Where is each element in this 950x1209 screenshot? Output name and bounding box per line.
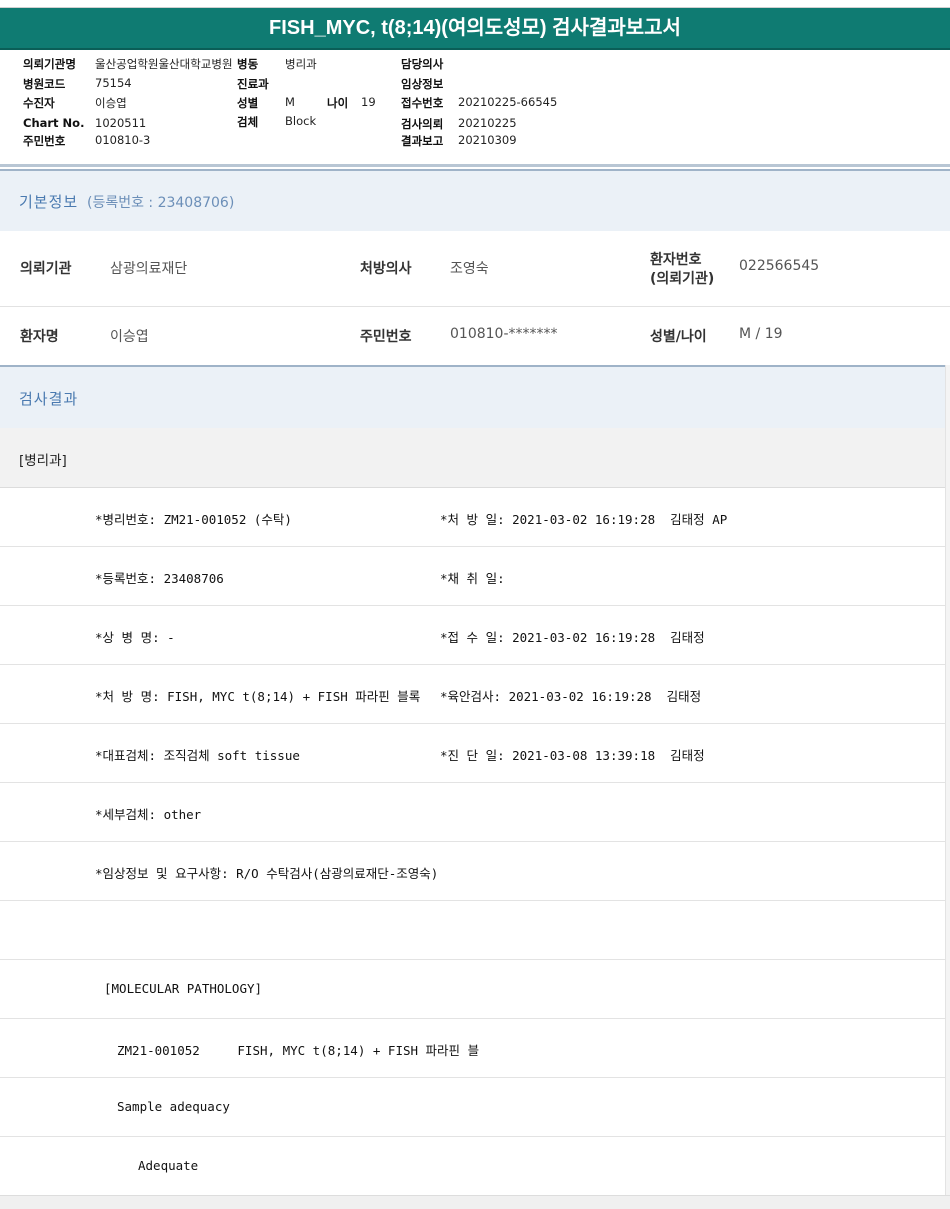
result-line: [MOLECULAR PATHOLOGY]	[0, 960, 946, 1019]
name-value: 이승엽	[110, 329, 149, 345]
result-line-left: [MOLECULAR PATHOLOGY]	[104, 981, 263, 996]
report-info-panel: 의뢰기관명 울산공업학원울산대학교병원 병동 병리과 담당의사 병원코드 751…	[0, 50, 950, 167]
specimen-label: 검체	[237, 115, 259, 129]
department-row: [병리과]	[0, 428, 950, 488]
sexage-value: M / 19	[739, 326, 783, 342]
hospital-code-value: 75154	[95, 76, 132, 90]
basic-info-title: 기본정보	[19, 193, 79, 211]
result-line-right: *접 수 일: 2021-03-02 16:19:28 김태정	[440, 630, 705, 645]
result-line-right: *채 취 일:	[440, 571, 505, 586]
result-line-right: *처 방 일: 2021-03-02 16:19:28 김태정 AP	[440, 512, 728, 527]
chart-label: Chart No.	[23, 116, 85, 130]
result-line: Sample adequacy	[0, 1078, 946, 1137]
result-line: *등록번호: 23408706 *채 취 일:	[0, 547, 946, 606]
result-line: Adequate	[0, 1137, 946, 1196]
doctor-label: 담당의사	[401, 57, 444, 71]
name-label: 환자명	[20, 329, 59, 345]
request-label: 검사의뢰	[401, 117, 444, 131]
result-line-left: ZM21-001052 FISH, MYC t(8;14) + FISH 파라핀…	[117, 1043, 480, 1058]
result-line: ZM21-001052 FISH, MYC t(8;14) + FISH 파라핀…	[0, 1019, 946, 1078]
patient-label: 수진자	[23, 96, 55, 110]
patient-no-label: 환자번호	[650, 252, 702, 268]
department-label: [병리과]	[19, 453, 67, 469]
result-line-left: *상 병 명: -	[95, 630, 175, 645]
sex-label: 성별	[237, 96, 259, 110]
patient-no-value: 022566545	[739, 258, 820, 274]
dept-label: 진료과	[237, 77, 269, 91]
report-date-label: 결과보고	[401, 134, 444, 148]
bottom-bar	[0, 1195, 950, 1209]
basic-info-header: 기본정보 (등록번호 : 23408706)	[0, 169, 950, 231]
doctor-label: 처방의사	[360, 261, 412, 277]
institution-label: 의뢰기관	[20, 261, 72, 277]
receipt-no-value: 20210225-66545	[458, 95, 558, 109]
results-title: 검사결과	[19, 390, 79, 408]
rrn-value: 010810-*******	[450, 326, 558, 342]
result-line-left: *대표검체: 조직검체 soft tissue	[95, 748, 300, 763]
ward-label: 병동	[237, 57, 259, 71]
result-line	[0, 901, 946, 960]
institution-label: 의뢰기관명	[23, 57, 76, 71]
chart-value: 1020511	[95, 116, 147, 130]
scrollbar-track[interactable]	[945, 365, 950, 1201]
rrn-label: 주민번호	[23, 134, 66, 148]
result-line-left: *임상정보 및 요구사항: R/O 수탁검사(삼광의료재단-조영숙)	[95, 866, 439, 881]
sexage-label: 성별/나이	[650, 329, 707, 345]
basic-info-row-1: 의뢰기관 삼광의료재단 처방의사 조영숙 환자번호 (의뢰기관) 0225665…	[0, 231, 950, 307]
result-line-left: Sample adequacy	[117, 1099, 230, 1114]
result-line: *병리번호: ZM21-001052 (수탁) *처 방 일: 2021-03-0…	[0, 488, 946, 547]
request-value: 20210225	[458, 116, 517, 130]
result-line-left: Adequate	[138, 1158, 199, 1173]
results-header: 검사결과	[0, 365, 950, 428]
result-line-left: *처 방 명: FISH, MYC t(8;14) + FISH 파라핀 블록	[95, 689, 421, 704]
basic-info-row-2: 환자명 이승엽 주민번호 010810-******* 성별/나이 M / 19	[0, 307, 950, 364]
receipt-no-label: 접수번호	[401, 96, 444, 110]
hospital-code-label: 병원코드	[23, 77, 66, 91]
result-line: *상 병 명: - *접 수 일: 2021-03-02 16:19:28 김태정	[0, 606, 946, 665]
top-border	[0, 0, 950, 8]
patient-value: 이승엽	[95, 96, 127, 110]
report-title: FISH_MYC, t(8;14)(여의도성모) 검사결과보고서	[0, 8, 950, 50]
rrn-value: 010810-3	[95, 133, 151, 147]
registration-number: (등록번호 : 23408706)	[86, 195, 235, 211]
result-line: *세부검체: other	[0, 783, 946, 842]
patient-no-sublabel: (의뢰기관)	[650, 271, 715, 287]
age-value: 19	[361, 95, 376, 109]
rrn-label: 주민번호	[360, 329, 412, 345]
result-line: *처 방 명: FISH, MYC t(8;14) + FISH 파라핀 블록 *…	[0, 665, 946, 724]
ward-value: 병리과	[285, 57, 317, 71]
result-line-left: *등록번호: 23408706	[95, 571, 224, 586]
sex-value: M	[285, 95, 295, 109]
result-line-left: *병리번호: ZM21-001052 (수탁)	[95, 512, 292, 527]
result-line: *임상정보 및 요구사항: R/O 수탁검사(삼광의료재단-조영숙)	[0, 842, 946, 901]
report-date-value: 20210309	[458, 133, 517, 147]
result-line-right: *진 단 일: 2021-03-08 13:39:18 김태정	[440, 748, 705, 763]
specimen-value: Block	[285, 114, 317, 128]
institution-value: 삼광의료재단	[110, 261, 188, 277]
age-label: 나이	[327, 96, 349, 110]
result-line: *대표검체: 조직검체 soft tissue *진 단 일: 2021-03-0…	[0, 724, 946, 783]
clinical-label: 임상정보	[401, 77, 444, 91]
result-line-right: *육안검사: 2021-03-02 16:19:28 김태정	[440, 689, 702, 704]
institution-value: 울산공업학원울산대학교병원	[95, 57, 233, 71]
result-line-left: *세부검체: other	[95, 807, 202, 822]
doctor-value: 조영숙	[450, 261, 489, 277]
